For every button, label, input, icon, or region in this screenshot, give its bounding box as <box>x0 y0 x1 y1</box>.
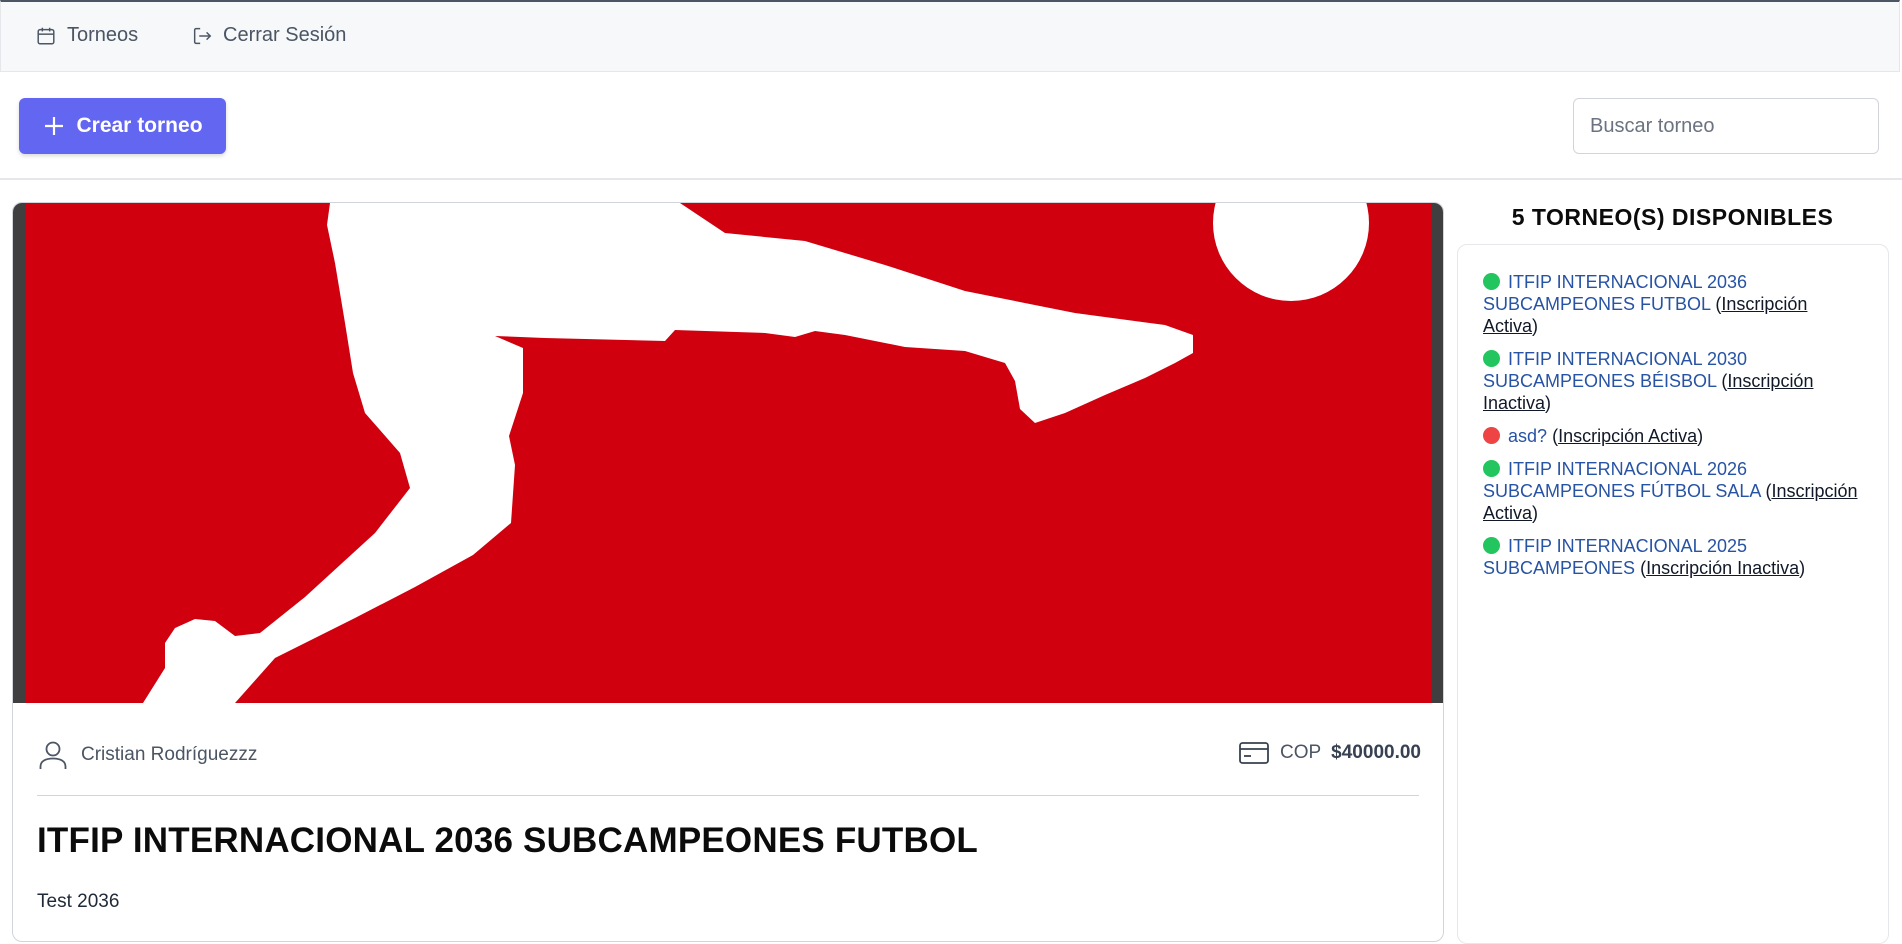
tournament-link[interactable]: ITFIP INTERNACIONAL 2026 SUBCAMPEONES FÚ… <box>1483 459 1760 501</box>
tournament-card: Cristian Rodríguezzz COP $40000.00 ITFIP… <box>12 202 1444 942</box>
nav-tournaments[interactable]: Torneos <box>35 24 138 47</box>
tournament-title: ITFIP INTERNACIONAL 2036 SUBCAMPEONES FU… <box>37 821 978 860</box>
card-meta: Cristian Rodríguezzz COP $40000.00 <box>37 739 1433 779</box>
price-amount: $40000.00 <box>1331 742 1421 763</box>
nav-tournaments-label: Torneos <box>67 24 139 46</box>
user-icon <box>39 741 67 769</box>
author-name: Cristian Rodríguezzz <box>81 744 258 765</box>
price-currency: COP <box>1279 742 1322 763</box>
tournament-link[interactable]: ITFIP INTERNACIONAL 2030 SUBCAMPEONES BÉ… <box>1483 349 1747 391</box>
card-divider <box>37 795 1419 796</box>
toolbar: Crear torneo <box>0 72 1902 180</box>
list-item: asd? (Inscripción Activa) <box>1483 425 1858 447</box>
tournament-banner <box>13 203 1443 703</box>
available-tournaments-heading: 5 TORNEO(S) DISPONIBLES <box>1511 204 1834 230</box>
status-dot-icon <box>1483 460 1500 477</box>
author-info: Cristian Rodríguezzz <box>37 739 257 771</box>
credit-card-icon <box>1239 742 1269 764</box>
soccer-player-image <box>25 203 1431 703</box>
nav-logout-label: Cerrar Sesión <box>223 24 347 46</box>
list-item: ITFIP INTERNACIONAL 2026 SUBCAMPEONES FÚ… <box>1483 459 1858 523</box>
status-dot-icon <box>1483 350 1500 367</box>
create-tournament-label: Crear torneo <box>76 114 203 137</box>
top-navbar: Torneos Cerrar Sesión <box>0 0 1900 72</box>
tournament-link[interactable]: ITFIP INTERNACIONAL 2036 SUBCAMPEONES FU… <box>1483 272 1747 314</box>
tournament-list: ITFIP INTERNACIONAL 2036 SUBCAMPEONES FU… <box>1457 244 1889 944</box>
logout-icon <box>193 27 212 44</box>
nav-logout[interactable]: Cerrar Sesión <box>191 24 346 47</box>
status-dot-icon <box>1483 273 1500 290</box>
registration-status[interactable]: Inscripción Activa <box>1558 426 1697 446</box>
tournament-description: Test 2036 <box>37 891 120 912</box>
list-item: ITFIP INTERNACIONAL 2030 SUBCAMPEONES BÉ… <box>1483 349 1814 413</box>
tournament-link[interactable]: asd? <box>1508 426 1547 446</box>
create-tournament-button[interactable]: Crear torneo <box>19 98 226 154</box>
registration-status[interactable]: Inscripción Inactiva <box>1646 558 1799 578</box>
calendar-icon <box>37 27 55 45</box>
price-info: COP $40000.00 <box>1238 739 1421 767</box>
status-dot-icon <box>1483 537 1500 554</box>
plus-icon <box>45 117 64 135</box>
list-item: ITFIP INTERNACIONAL 2025 SUBCAMPEONES (I… <box>1483 536 1806 578</box>
status-dot-icon <box>1483 427 1500 444</box>
search-input[interactable] <box>1573 98 1879 154</box>
list-item: ITFIP INTERNACIONAL 2036 SUBCAMPEONES FU… <box>1483 272 1808 336</box>
